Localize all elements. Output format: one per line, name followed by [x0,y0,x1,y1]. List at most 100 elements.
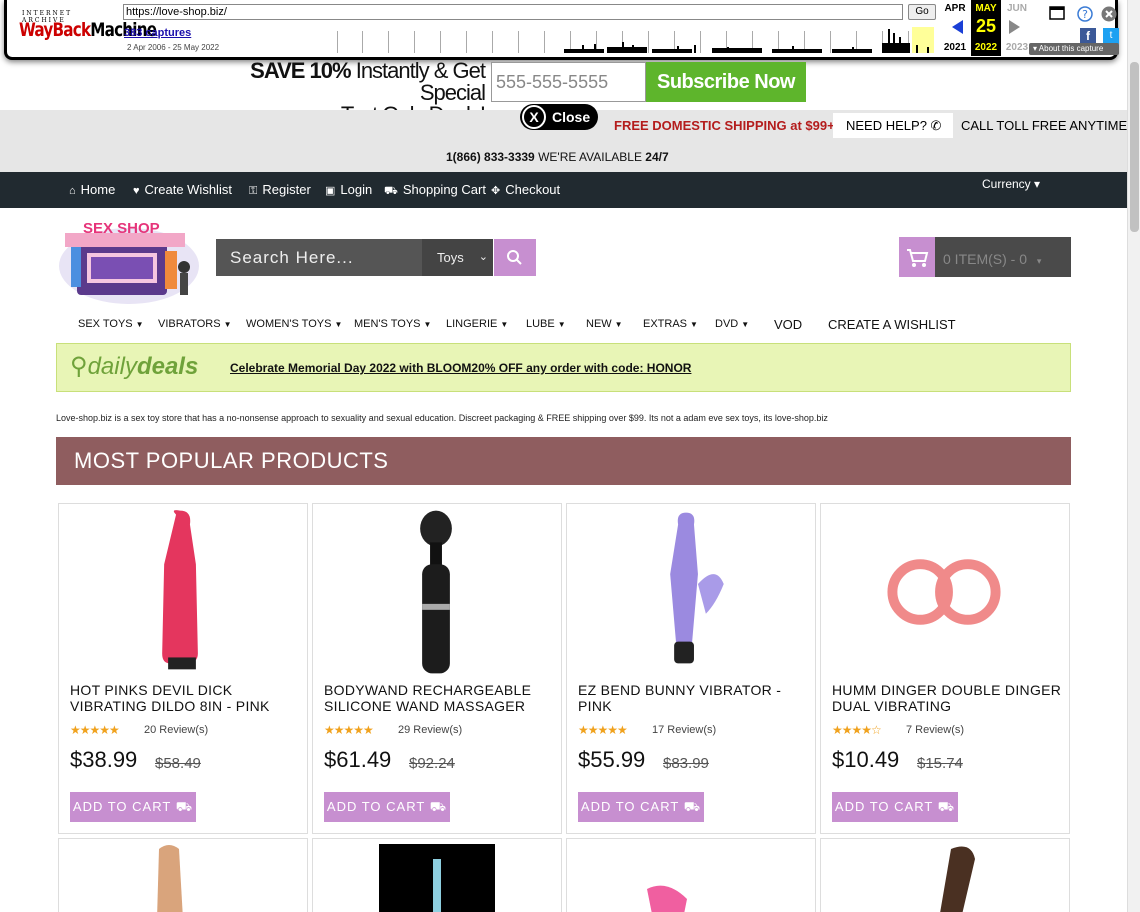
cart-icon: ⛟ [384,185,398,197]
product-card[interactable] [566,838,816,912]
wayback-logo[interactable]: INTERNET ARCHIVE WayBackMachine [19,6,157,46]
twitter-icon[interactable]: t [1103,28,1119,44]
product-old-price: $92.24 [409,755,455,772]
category-menu: SEX TOYS ▼ VIBRATORS ▼ WOMEN'S TOYS ▼ MEN'S… [0,312,1127,336]
add-to-cart-button[interactable]: ADD TO CART ⛟ [578,792,704,822]
daily-deals-logo: ⚲dailydeals [70,353,199,380]
subscribe-button[interactable]: Subscribe Now [646,62,806,102]
cart-icon: ⛟ [429,799,448,814]
cat-vibrators[interactable]: VIBRATORS ▼ [158,318,231,330]
cat-womens-toys[interactable]: WOMEN'S TOYS ▼ [246,318,342,330]
daily-deals-banner: ⚲dailydeals Celebrate Memorial Day 2022 … [56,343,1071,392]
product-price: $55.99 [578,747,646,772]
nav-login[interactable]: ▣ Login [325,172,372,208]
add-to-cart-button[interactable]: ADD TO CART ⛟ [832,792,958,822]
captures-link[interactable]: 383 captures [124,27,191,39]
cat-mens-toys[interactable]: MEN'S TOYS ▼ [354,318,431,330]
review-count[interactable]: 20 Review(s) [144,724,208,736]
product-card[interactable]: HOT PINKS DEVIL DICK VIBRATING DILDO 8IN… [58,503,308,834]
support-phone: 1(866) 833-3339 WE'RE AVAILABLE 24/7 [446,150,669,164]
phone-icon: ✆ [930,118,942,133]
product-image[interactable] [59,504,307,674]
product-image[interactable] [821,504,1069,674]
capture-sparkline[interactable] [332,25,937,53]
product-name[interactable]: EZ BEND BUNNY VIBRATOR - PINK [578,682,810,714]
cat-extras[interactable]: EXTRAS ▼ [643,318,698,330]
daily-deals-link[interactable]: Celebrate Memorial Day 2022 with BLOOM20… [230,361,691,375]
product-card[interactable]: EZ BEND BUNNY VIBRATOR - PINK ★★★★★ 17 R… [566,503,816,834]
intro-text: Love-shop.biz is a sex toy store that ha… [56,413,828,423]
product-card[interactable] [312,838,562,912]
product-name[interactable]: BODYWAND RECHARGEABLE SILICONE WAND MASS… [324,682,556,714]
cat-lingerie[interactable]: LINGERIE ▼ [446,318,508,330]
capture-date-range: 2 Apr 2006 - 25 May 2022 [127,43,220,52]
product-card[interactable] [58,838,308,912]
nav-create-wishlist[interactable]: ♥ Create Wishlist [133,172,232,208]
cat-vod[interactable]: VOD [774,317,802,332]
review-count[interactable]: 29 Review(s) [398,724,462,736]
about-capture-button[interactable]: ▾ About this capture [1029,43,1119,55]
prev-capture-arrow-icon[interactable] [952,20,963,34]
next-month[interactable]: JUN 2023 [1002,0,1032,56]
search-button[interactable] [494,239,536,276]
phone-input[interactable]: 555-555-5555 [491,62,646,102]
free-shipping-text: FREE DOMESTIC SHIPPING at $99+ [614,118,835,133]
prev-month[interactable]: APR 2021 [940,0,970,56]
rating-stars-icon: ★★★★★ [578,723,628,737]
home-icon: ⌂ [69,185,76,197]
caret-down-icon: ▾ [1036,256,1042,266]
help-icon[interactable]: ? [1077,6,1093,22]
review-count[interactable]: 17 Review(s) [652,724,716,736]
product-price: $10.49 [832,747,900,772]
product-image[interactable] [821,839,1070,912]
currency-dropdown[interactable]: Currency ▾ [982,177,1040,191]
wayback-go-button[interactable]: Go [908,4,936,20]
scrollbar-thumb[interactable] [1130,62,1139,232]
close-x-icon: X [522,105,546,129]
nav-home[interactable]: ⌂ Home [69,172,115,208]
window-icon[interactable] [1049,6,1065,22]
logo-text: SEX SHOP [83,220,160,237]
nav-shopping-cart[interactable]: ⛟ Shopping Cart [384,172,486,208]
product-price: $61.49 [324,747,392,772]
current-month: MAY 25 2022 [971,0,1001,56]
cart-icon: ⛟ [937,799,956,814]
product-old-price: $83.99 [663,755,709,772]
product-card[interactable] [820,838,1070,912]
cat-lube[interactable]: LUBE ▼ [526,318,566,330]
product-card[interactable]: BODYWAND RECHARGEABLE SILICONE WAND MASS… [312,503,562,834]
nav-register[interactable]: ⚿ Register [249,172,311,208]
product-card[interactable]: HUMM DINGER DOUBLE DINGER DUAL VIBRATING… [820,503,1070,834]
product-image[interactable] [59,839,308,912]
review-count[interactable]: 7 Review(s) [906,724,964,736]
cat-dvd[interactable]: DVD ▼ [715,318,749,330]
cat-sex-toys[interactable]: SEX TOYS ▼ [78,318,144,330]
cat-create-wishlist[interactable]: CREATE A WISHLIST [828,317,956,332]
add-to-cart-button[interactable]: ADD TO CART ⛟ [324,792,450,822]
search-category-select[interactable]: Toys ⌄ [422,239,493,276]
scrollbar[interactable] [1127,0,1140,912]
rating-stars-icon: ★★★★★ [70,723,120,737]
cat-new[interactable]: NEW ▼ [586,318,623,330]
header-cart[interactable]: 0 ITEM(S) - 0 ▾ [899,237,1071,277]
cart-icon: ⛟ [683,799,702,814]
calendar-months: APR 2021 MAY 25 2022 JUN 2023 [940,0,1032,56]
next-capture-arrow-icon[interactable] [1009,20,1020,34]
product-old-price: $58.49 [155,755,201,772]
facebook-icon[interactable]: f [1080,28,1096,44]
wayback-url-input[interactable]: https://love-shop.biz/ [123,4,903,20]
nav-checkout[interactable]: ✥ Checkout [491,172,560,208]
product-name[interactable]: HOT PINKS DEVIL DICK VIBRATING DILDO 8IN… [70,682,302,714]
product-image[interactable] [567,839,816,912]
site-logo[interactable]: SEX SHOP [57,211,202,305]
product-image[interactable] [313,839,562,912]
product-name[interactable]: HUMM DINGER DOUBLE DINGER DUAL VIBRATING [832,682,1064,714]
product-image[interactable] [313,504,561,674]
caret-down-icon: ▾ [1034,177,1041,191]
product-image[interactable] [567,504,815,674]
close-icon[interactable] [1101,6,1117,22]
close-promo-button[interactable]: X Close [520,104,598,130]
add-to-cart-button[interactable]: ADD TO CART ⛟ [70,792,196,822]
need-help-button[interactable]: NEED HELP? ✆ [833,113,953,138]
search-input[interactable]: Search Here... [216,239,422,276]
